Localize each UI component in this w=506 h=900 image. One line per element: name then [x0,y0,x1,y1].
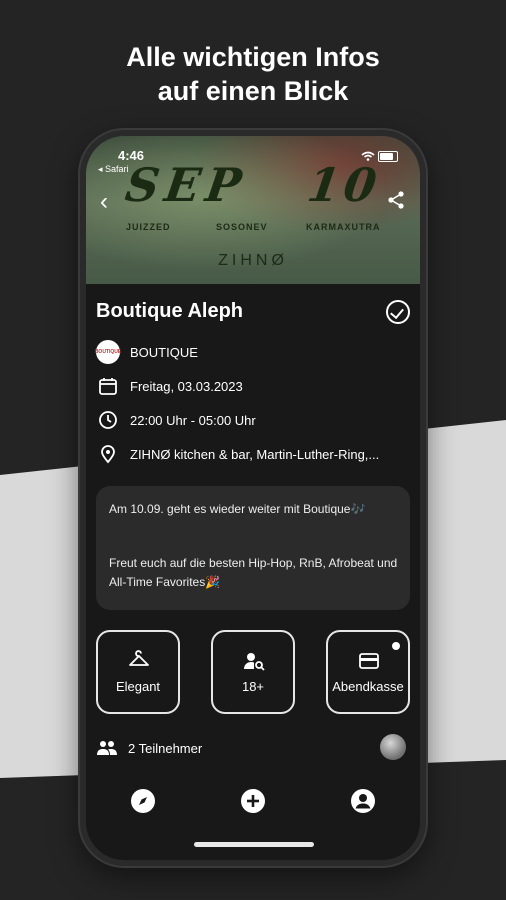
person-search-icon [244,653,265,671]
status-time: 4:46 [118,148,145,163]
tile-dresscode[interactable]: Elegant [96,630,180,714]
date-row: Freitag, 03.03.2023 [96,374,243,398]
status-icons [361,150,398,162]
notification-dot [392,642,400,650]
payment-card-icon [359,653,379,669]
location-pin-icon [101,445,115,464]
organizer-name: BOUTIQUE [130,344,198,360]
banner-venue-logo: ZIHNØ [218,252,288,269]
home-indicator[interactable] [194,842,314,847]
status-back-app[interactable]: ◂ Safari [98,164,129,175]
banner-artist: SOSONEV [216,222,268,232]
tile-payment[interactable]: Abendkasse [326,630,410,714]
description-card: Am 10.09. geht es wieder weiter mit Bout… [96,486,410,610]
group-icon [97,741,117,755]
banner-month: SEP [122,158,251,212]
promo-line-1: Alle wichtigen Infos [126,42,380,72]
bottom-tab-bar [86,784,420,824]
description-paragraph: Am 10.09. geht es wieder weiter mit Bout… [109,502,366,516]
event-title: Boutique Aleph [96,300,244,322]
info-tiles: Elegant 18+ Abendkasse [96,630,410,716]
app-screen: SEP 10 4:46 ◂ Safari ‹ JUIZZED SOSONEV K… [86,136,420,860]
organizer-row[interactable]: BOUTIQUE BOUTIQUE [95,340,198,364]
tile-label: Elegant [115,679,161,694]
compass-icon[interactable] [130,788,156,814]
tile-age[interactable]: 18+ [211,630,295,714]
event-location: ZIHNØ kitchen & bar, Martin-Luther-Ring,… [130,446,380,462]
share-icon[interactable] [386,190,406,210]
calendar-icon [99,378,117,395]
participants-row[interactable]: 2 Teilnehmer [96,734,410,760]
description-paragraph: Freut euch auf die besten Hip-Hop, RnB, … [109,556,398,589]
add-circle-icon[interactable] [240,788,266,814]
location-row[interactable]: ZIHNØ kitchen & bar, Martin-Luther-Ring,… [96,442,379,466]
hanger-icon [129,650,149,666]
organizer-logo: BOUTIQUE [95,340,121,364]
time-row: 22:00 Uhr - 05:00 Uhr [96,408,256,432]
check-circle-icon[interactable] [386,300,410,324]
back-arrow-icon[interactable]: ‹ [100,188,108,216]
banner-day: 10 [304,158,384,212]
wifi-icon [361,151,375,161]
promo-line-2: auf einen Blick [157,76,349,106]
account-circle-icon[interactable] [350,788,376,814]
event-time: 22:00 Uhr - 05:00 Uhr [130,412,256,428]
clock-icon [99,411,117,429]
tile-label: Abendkasse [332,679,404,694]
battery-icon [378,150,398,162]
event-date: Freitag, 03.03.2023 [130,378,243,394]
participants-count: 2 Teilnehmer [128,740,203,756]
tile-label: 18+ [241,679,265,694]
event-banner: SEP 10 4:46 ◂ Safari ‹ JUIZZED SOSONEV K… [86,136,420,284]
promo-headline: Alle wichtigen Infos auf einen Blick [0,40,506,108]
banner-artist: KARMAXUTRA [306,222,381,232]
avatar[interactable] [380,734,406,760]
banner-artist: JUIZZED [126,222,171,232]
